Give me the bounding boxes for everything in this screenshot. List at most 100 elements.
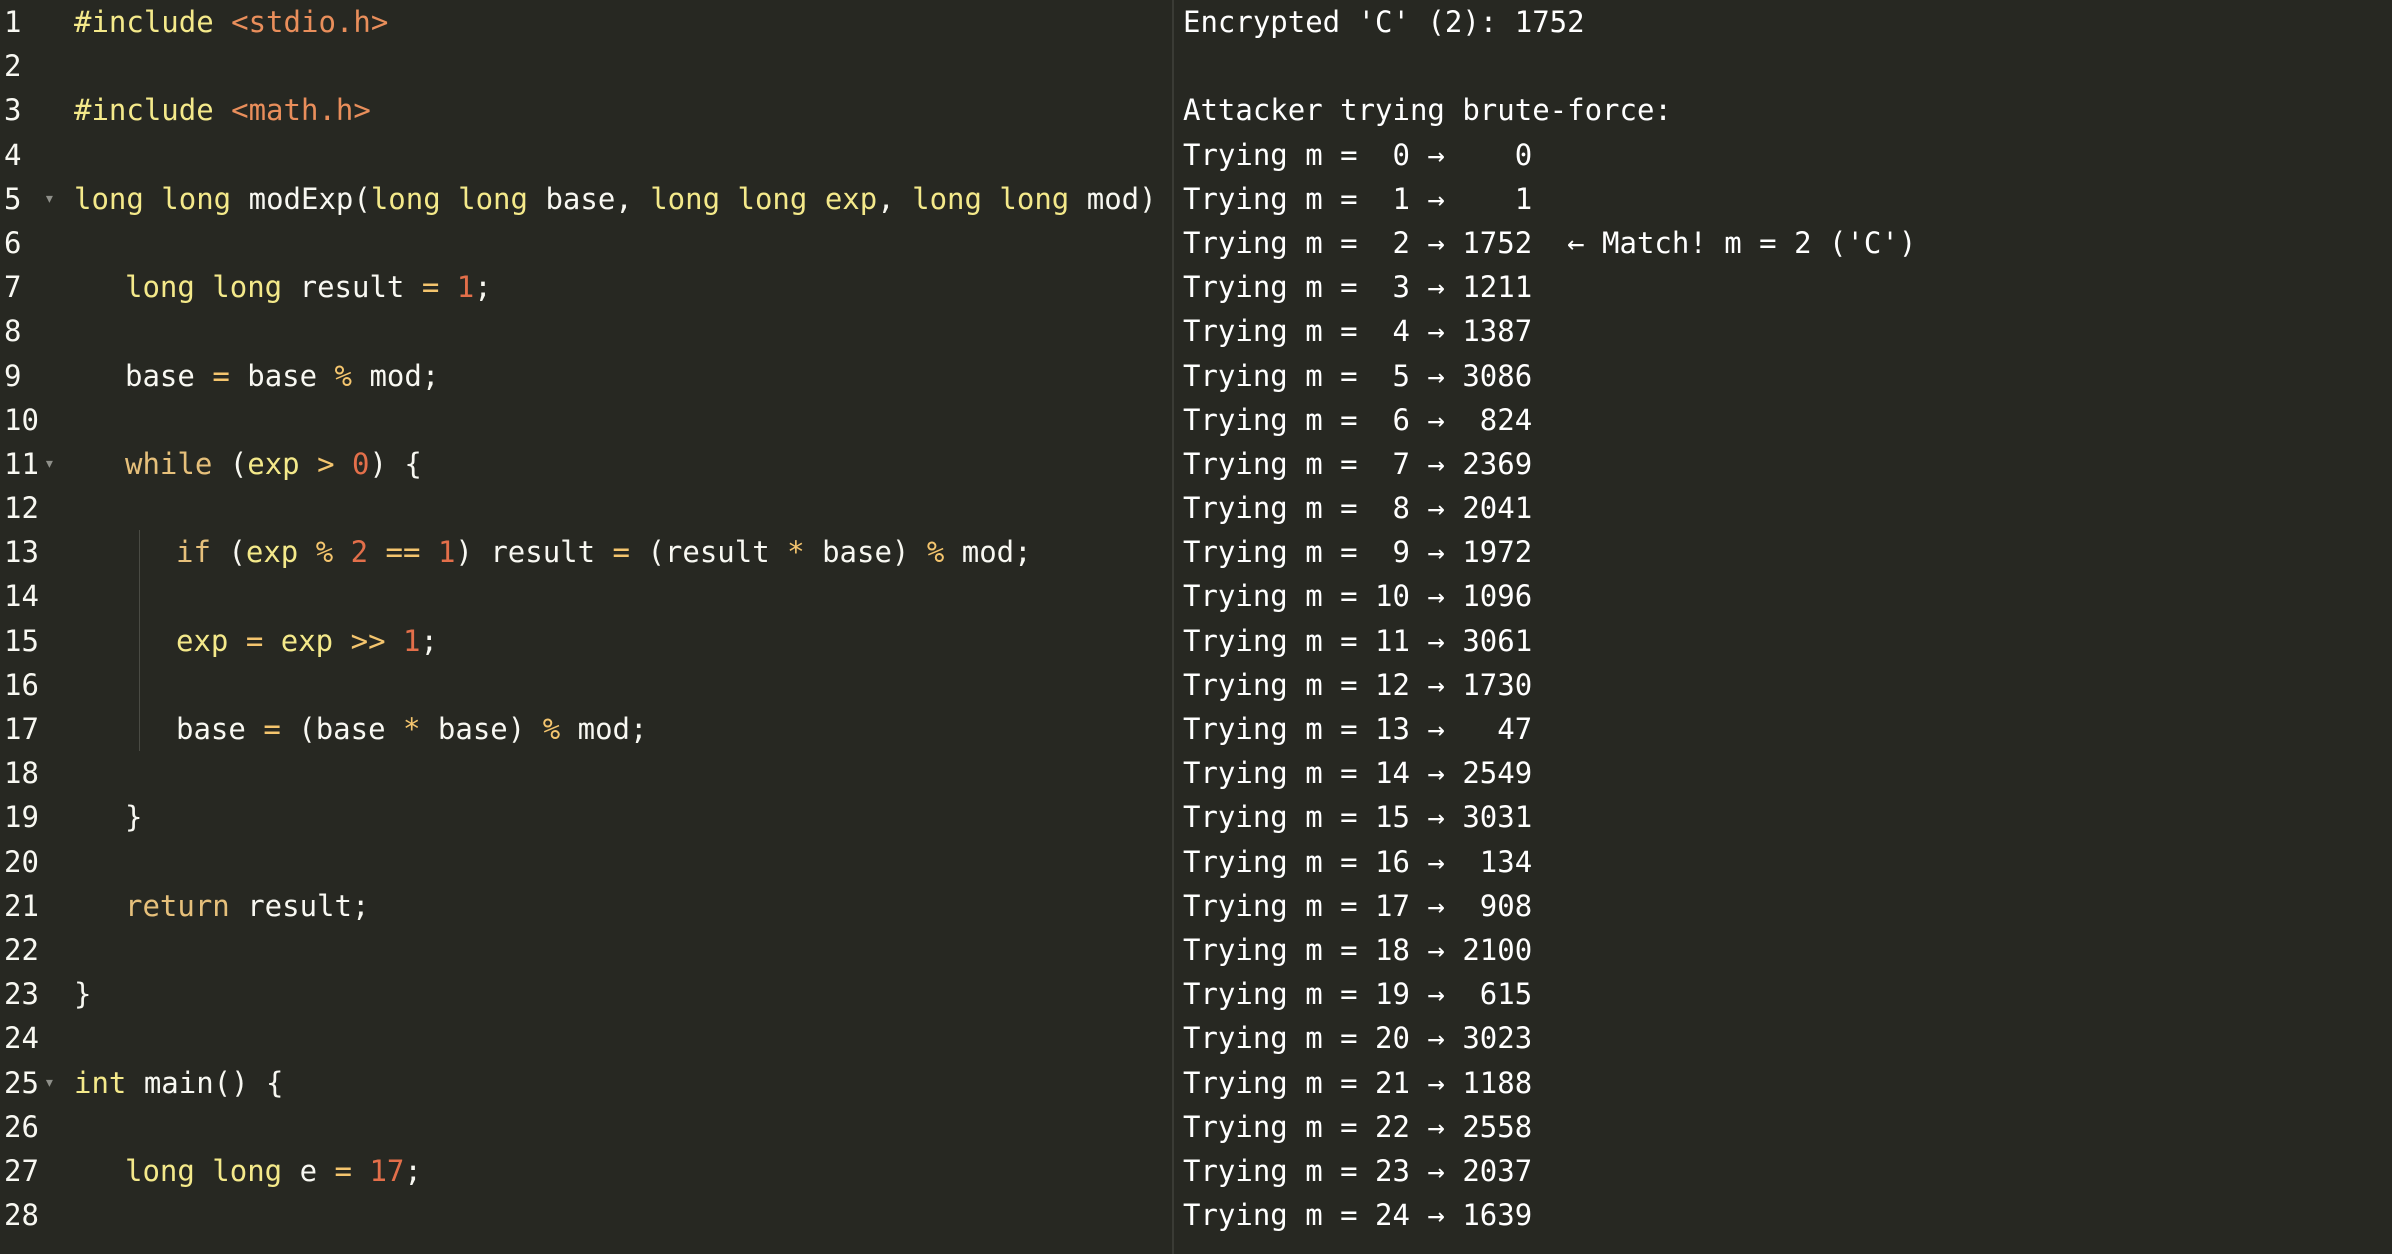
code-token: ; <box>420 623 438 658</box>
line-number: 6 <box>4 225 22 260</box>
line-number: 4 <box>4 137 22 172</box>
fold-arrow-icon[interactable]: ▾ <box>44 1061 58 1105</box>
line-number: 13 <box>4 535 39 570</box>
code-line[interactable]: 6 <box>0 221 1172 265</box>
code-token: 0 <box>352 446 370 481</box>
code-token: exp <box>280 623 351 658</box>
code-token: ; <box>474 270 492 305</box>
line-number: 8 <box>4 314 22 349</box>
code-line[interactable]: 28 <box>0 1193 1172 1237</box>
console-line: Trying m = 0 → 0 <box>1183 137 1533 172</box>
code-line[interactable]: 27 long long e = 17; <box>0 1149 1172 1193</box>
console-line: Attacker trying brute-force: <box>1183 93 1672 128</box>
code-token: ( <box>228 535 246 570</box>
line-number-gutter: 6 <box>0 221 62 265</box>
code-line[interactable]: 9 base = base % mod; <box>0 354 1172 398</box>
code-text: return result; <box>125 884 369 928</box>
code-line[interactable]: 11 ▾ while (exp > 0) { <box>0 442 1172 486</box>
console-line: Trying m = 1 → 1 <box>1183 181 1533 216</box>
code-line[interactable]: 18 <box>0 751 1172 795</box>
code-line[interactable]: 17 base = (base * base) % mod; <box>0 707 1172 752</box>
code-line[interactable]: 19} <box>0 795 1172 839</box>
line-number: 5 <box>4 181 22 216</box>
fold-arrow-icon[interactable]: ▾ <box>44 177 58 221</box>
code-line[interactable]: 8 <box>0 309 1172 353</box>
code-text: } <box>125 795 142 839</box>
code-token: result <box>299 270 422 305</box>
line-number: 25 <box>4 1065 39 1100</box>
code-token: return <box>125 888 248 923</box>
code-text: base = base % mod; <box>125 354 439 398</box>
code-token: 2 <box>350 535 386 570</box>
console-line: Trying m = 22 → 2558 <box>1183 1109 1533 1144</box>
line-number: 11 <box>4 446 39 481</box>
line-number-gutter: 26 <box>0 1105 62 1149</box>
code-line[interactable]: 1 #include <stdio.h> <box>0 0 1172 44</box>
code-token: base <box>176 712 264 746</box>
code-token: while <box>125 446 230 481</box>
line-number-gutter: 2 <box>0 44 62 88</box>
code-line[interactable]: 7 long long result = 1; <box>0 265 1172 309</box>
code-line[interactable]: 16 <box>0 662 1172 707</box>
code-token: } <box>74 977 92 1012</box>
code-line[interactable]: 25 ▾ int main() { <box>0 1061 1172 1105</box>
code-line[interactable]: 5 ▾ long long modExp(long long base, long … <box>0 177 1172 221</box>
fold-arrow-icon[interactable]: ▾ <box>44 442 58 486</box>
line-number-gutter: 28 <box>0 1193 62 1237</box>
code-token: 1 <box>437 535 456 570</box>
code-token: 1 <box>456 270 475 305</box>
code-line[interactable]: 22 <box>0 928 1172 972</box>
code-line[interactable]: 12 <box>0 486 1172 530</box>
code-token: #include <box>74 5 232 39</box>
console-line: Trying m = 23 → 2037 <box>1183 1153 1533 1188</box>
code-line[interactable]: 20 <box>0 840 1172 884</box>
line-number-gutter: 12 <box>0 486 62 530</box>
console-line: Trying m = 15 → 3031 <box>1183 800 1533 835</box>
code-text: long long modExp(long long base, long lo… <box>74 177 1172 221</box>
code-token: (base <box>298 712 403 746</box>
code-line[interactable]: 10 <box>0 398 1172 442</box>
console-line: Trying m = 4 → 1387 <box>1183 314 1533 349</box>
code-token: <math.h> <box>231 93 371 128</box>
code-token: base) <box>822 535 927 570</box>
indent-guide <box>139 707 140 752</box>
code-line[interactable]: 21 return result; <box>0 884 1172 928</box>
line-number: 3 <box>4 93 22 128</box>
code-token: = <box>334 1153 370 1188</box>
console-line: Trying m = 7 → 2369 <box>1183 446 1533 481</box>
code-line[interactable]: 26 <box>0 1105 1172 1149</box>
code-token: mod; <box>961 535 1032 570</box>
code-token: ) result <box>455 535 613 570</box>
code-token: = <box>263 712 299 746</box>
code-line[interactable]: 24 <box>0 1016 1172 1060</box>
workspace: 1 #include <stdio.h> 2 3 #include <math.h> 4 5… <box>0 0 2392 1254</box>
line-number: 24 <box>4 1021 39 1056</box>
line-number: 1 <box>4 5 22 39</box>
line-number: 17 <box>4 712 39 746</box>
code-token: % <box>334 358 370 393</box>
code-line[interactable]: 13 if (exp % 2 == 1) result = (result * b… <box>0 530 1172 575</box>
code-editor[interactable]: 1 #include <stdio.h> 2 3 #include <math.h> 4 5… <box>0 0 1172 1254</box>
code-line[interactable]: 4 <box>0 133 1172 177</box>
code-text: long long e = 17; <box>125 1149 422 1193</box>
code-token: % <box>542 712 578 746</box>
code-line[interactable]: 3 #include <math.h> <box>0 88 1172 132</box>
line-number: 21 <box>4 888 39 923</box>
line-number-gutter: 3 <box>0 88 62 132</box>
code-line[interactable]: 14 <box>0 574 1172 619</box>
code-token: mod) { <box>1086 181 1157 216</box>
line-number: 15 <box>4 623 39 658</box>
code-token: == <box>385 535 438 570</box>
line-number-gutter: 27 <box>0 1149 62 1193</box>
code-token: mod; <box>577 712 648 746</box>
code-token: e <box>299 1153 335 1188</box>
code-line[interactable]: 2 <box>0 44 1172 88</box>
console-line: Trying m = 21 → 1188 <box>1183 1065 1533 1100</box>
code-line[interactable]: 23} <box>0 972 1172 1016</box>
code-line[interactable]: 15 exp = exp >> 1; <box>0 618 1172 663</box>
output-console[interactable]: Encrypted 'C' (2): 1752 Attacker trying b… <box>1174 0 2392 1254</box>
line-number: 23 <box>4 977 39 1012</box>
line-number-gutter: 16 <box>0 663 62 707</box>
line-number-gutter: 20 <box>0 840 62 884</box>
code-token: ( <box>229 446 248 481</box>
